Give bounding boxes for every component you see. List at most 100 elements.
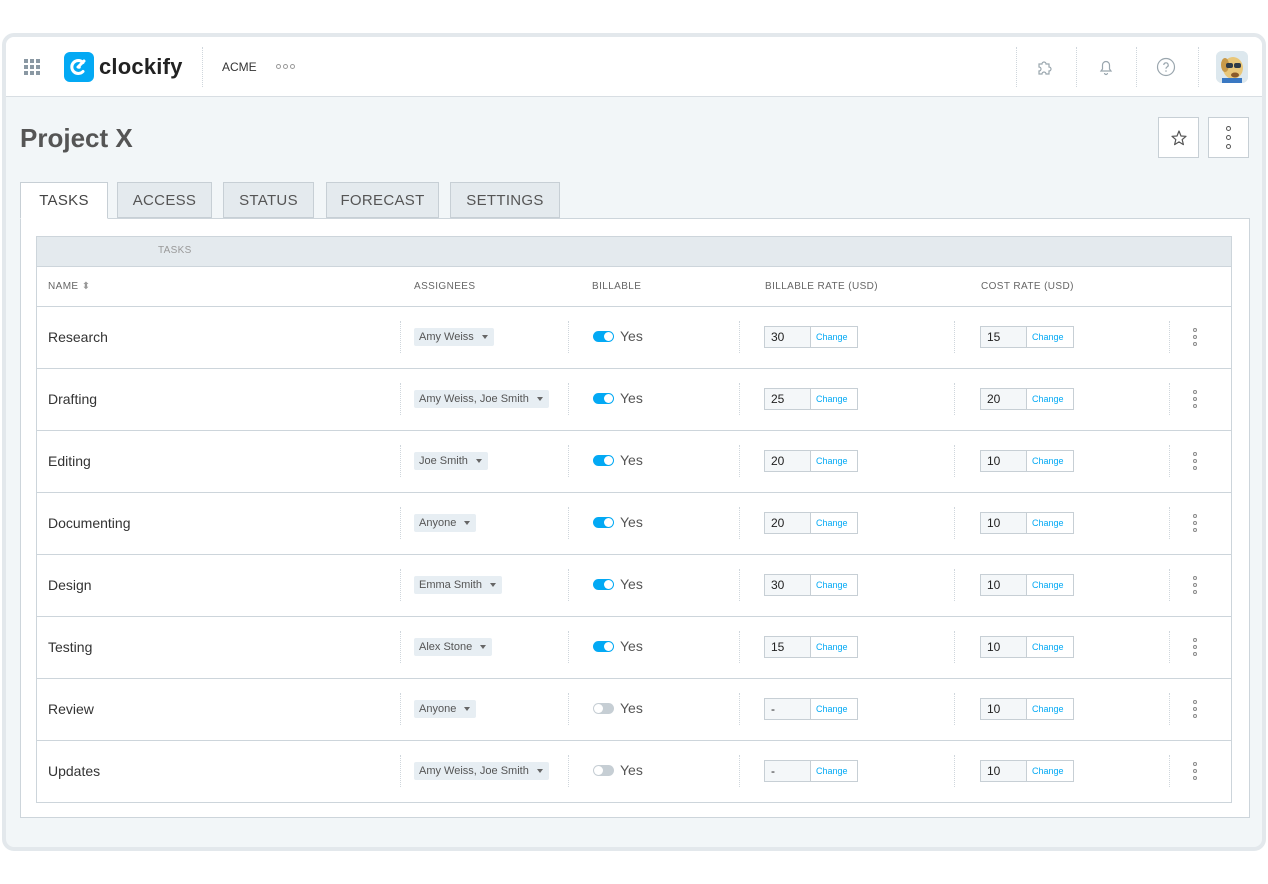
workspace-name[interactable]: ACME (222, 60, 257, 74)
assignee-dropdown[interactable]: Alex Stone (414, 638, 493, 656)
row-menu-icon[interactable] (1193, 328, 1197, 346)
table-section-header: TASKS (37, 237, 1231, 267)
cost-rate-field: 15 Change (980, 326, 1074, 348)
favorite-button[interactable] (1158, 117, 1199, 158)
page-title: Project X (20, 123, 133, 153)
task-name[interactable]: Documenting (48, 515, 131, 531)
row-menu-icon[interactable] (1193, 638, 1197, 656)
tab-settings[interactable]: SETTINGS (450, 182, 560, 218)
change-billable-rate-link[interactable]: Change (811, 451, 857, 471)
column-header-cost-rate: COST RATE (USD) (981, 281, 1074, 292)
task-name[interactable]: Design (48, 577, 92, 593)
assignee-dropdown[interactable]: Joe Smith (414, 452, 488, 470)
change-billable-rate-link[interactable]: Change (811, 637, 857, 657)
change-cost-rate-link[interactable]: Change (1027, 327, 1073, 347)
change-cost-rate-link[interactable]: Change (1027, 389, 1073, 409)
billable-rate-field: 20 Change (764, 450, 858, 472)
assignee-dropdown[interactable]: Anyone (414, 700, 477, 718)
change-billable-rate-link[interactable]: Change (811, 327, 857, 347)
help-question-icon[interactable] (1155, 56, 1177, 78)
table-row: Research Amy Weiss Yes 30 Change 15 Change (37, 307, 1231, 369)
table-row: Updates Amy Weiss, Joe Smith Yes - Change 10 C… (37, 741, 1231, 802)
task-name[interactable]: Testing (48, 639, 92, 655)
change-cost-rate-link[interactable]: Change (1027, 761, 1073, 781)
cost-rate-field: 10 Change (980, 698, 1074, 720)
row-menu-icon[interactable] (1193, 514, 1197, 532)
table-row: Editing Joe Smith Yes 20 Change 10 Change (37, 431, 1231, 493)
section-label: TASKS (158, 245, 192, 256)
change-cost-rate-link[interactable]: Change (1027, 699, 1073, 719)
change-cost-rate-link[interactable]: Change (1027, 637, 1073, 657)
cost-rate-field: 10 Change (980, 760, 1074, 782)
assignee-dropdown[interactable]: Emma Smith (414, 576, 502, 594)
table-row: Design Emma Smith Yes 30 Change 10 Change (37, 555, 1231, 617)
cost-rate-value: 10 (981, 575, 1027, 595)
assignee-dropdown[interactable]: Anyone (414, 514, 477, 532)
change-billable-rate-link[interactable]: Change (811, 575, 857, 595)
change-billable-rate-link[interactable]: Change (811, 699, 857, 719)
sort-icon: ⬍ (81, 281, 91, 292)
assignee-dropdown[interactable]: Amy Weiss, Joe Smith (414, 762, 549, 780)
billable-toggle[interactable] (593, 393, 614, 404)
integrations-puzzle-icon[interactable] (1034, 56, 1056, 78)
task-name[interactable]: Updates (48, 763, 100, 779)
task-name[interactable]: Research (48, 329, 108, 345)
assignee-dropdown[interactable]: Amy Weiss (414, 328, 494, 346)
cost-rate-value: 15 (981, 327, 1027, 347)
change-cost-rate-link[interactable]: Change (1027, 451, 1073, 471)
table-row: Drafting Amy Weiss, Joe Smith Yes 25 Change 2… (37, 369, 1231, 431)
billable-rate-field: - Change (764, 698, 858, 720)
project-menu-button[interactable] (1208, 117, 1249, 158)
tab-tasks[interactable]: TASKS (20, 182, 108, 219)
billable-rate-value: 20 (765, 451, 811, 471)
change-cost-rate-link[interactable]: Change (1027, 575, 1073, 595)
cost-rate-value: 10 (981, 451, 1027, 471)
change-cost-rate-link[interactable]: Change (1027, 513, 1073, 533)
billable-toggle[interactable] (593, 455, 614, 466)
tab-forecast[interactable]: FORECAST (326, 182, 439, 218)
column-header-billable-rate: BILLABLE RATE (USD) (765, 281, 879, 292)
cost-rate-field: 10 Change (980, 636, 1074, 658)
user-avatar[interactable] (1216, 51, 1248, 83)
cost-rate-field: 20 Change (980, 388, 1074, 410)
billable-label: Yes (620, 576, 643, 592)
billable-toggle[interactable] (593, 765, 614, 776)
table-row: Documenting Anyone Yes 20 Change 10 Change (37, 493, 1231, 555)
cost-rate-value: 10 (981, 513, 1027, 533)
workspace-more-icon[interactable] (276, 64, 295, 69)
row-menu-icon[interactable] (1193, 390, 1197, 408)
billable-rate-value: - (765, 699, 811, 719)
billable-toggle[interactable] (593, 703, 614, 714)
assignee-dropdown[interactable]: Amy Weiss, Joe Smith (414, 390, 549, 408)
change-billable-rate-link[interactable]: Change (811, 513, 857, 533)
tab-access[interactable]: ACCESS (117, 182, 212, 218)
tasks-table: TASKS NAME ⬍ ASSIGNEES BILLABLE BILLABLE… (36, 236, 1232, 803)
task-name[interactable]: Review (48, 701, 94, 717)
top-bar: clockify ACME (6, 37, 1262, 97)
apps-grid-icon[interactable] (24, 59, 40, 75)
billable-rate-value: 30 (765, 575, 811, 595)
task-name[interactable]: Editing (48, 453, 91, 469)
billable-toggle[interactable] (593, 579, 614, 590)
change-billable-rate-link[interactable]: Change (811, 389, 857, 409)
task-rows: Research Amy Weiss Yes 30 Change 15 Change Draf… (37, 307, 1231, 802)
column-header-assignees: ASSIGNEES (414, 281, 476, 292)
row-menu-icon[interactable] (1193, 452, 1197, 470)
billable-label: Yes (620, 700, 643, 716)
column-header-name[interactable]: NAME ⬍ (48, 281, 90, 292)
billable-toggle[interactable] (593, 517, 614, 528)
billable-rate-field: 30 Change (764, 326, 858, 348)
change-billable-rate-link[interactable]: Change (811, 761, 857, 781)
billable-toggle[interactable] (593, 331, 614, 342)
row-menu-icon[interactable] (1193, 700, 1197, 718)
notifications-bell-icon[interactable] (1095, 56, 1117, 78)
billable-rate-field: 20 Change (764, 512, 858, 534)
row-menu-icon[interactable] (1193, 576, 1197, 594)
clockify-logo-icon (64, 52, 94, 82)
clockify-logo[interactable]: clockify (64, 52, 183, 82)
billable-toggle[interactable] (593, 641, 614, 652)
tab-status[interactable]: STATUS (223, 182, 314, 218)
task-name[interactable]: Drafting (48, 391, 97, 407)
row-menu-icon[interactable] (1193, 762, 1197, 780)
billable-rate-field: - Change (764, 760, 858, 782)
